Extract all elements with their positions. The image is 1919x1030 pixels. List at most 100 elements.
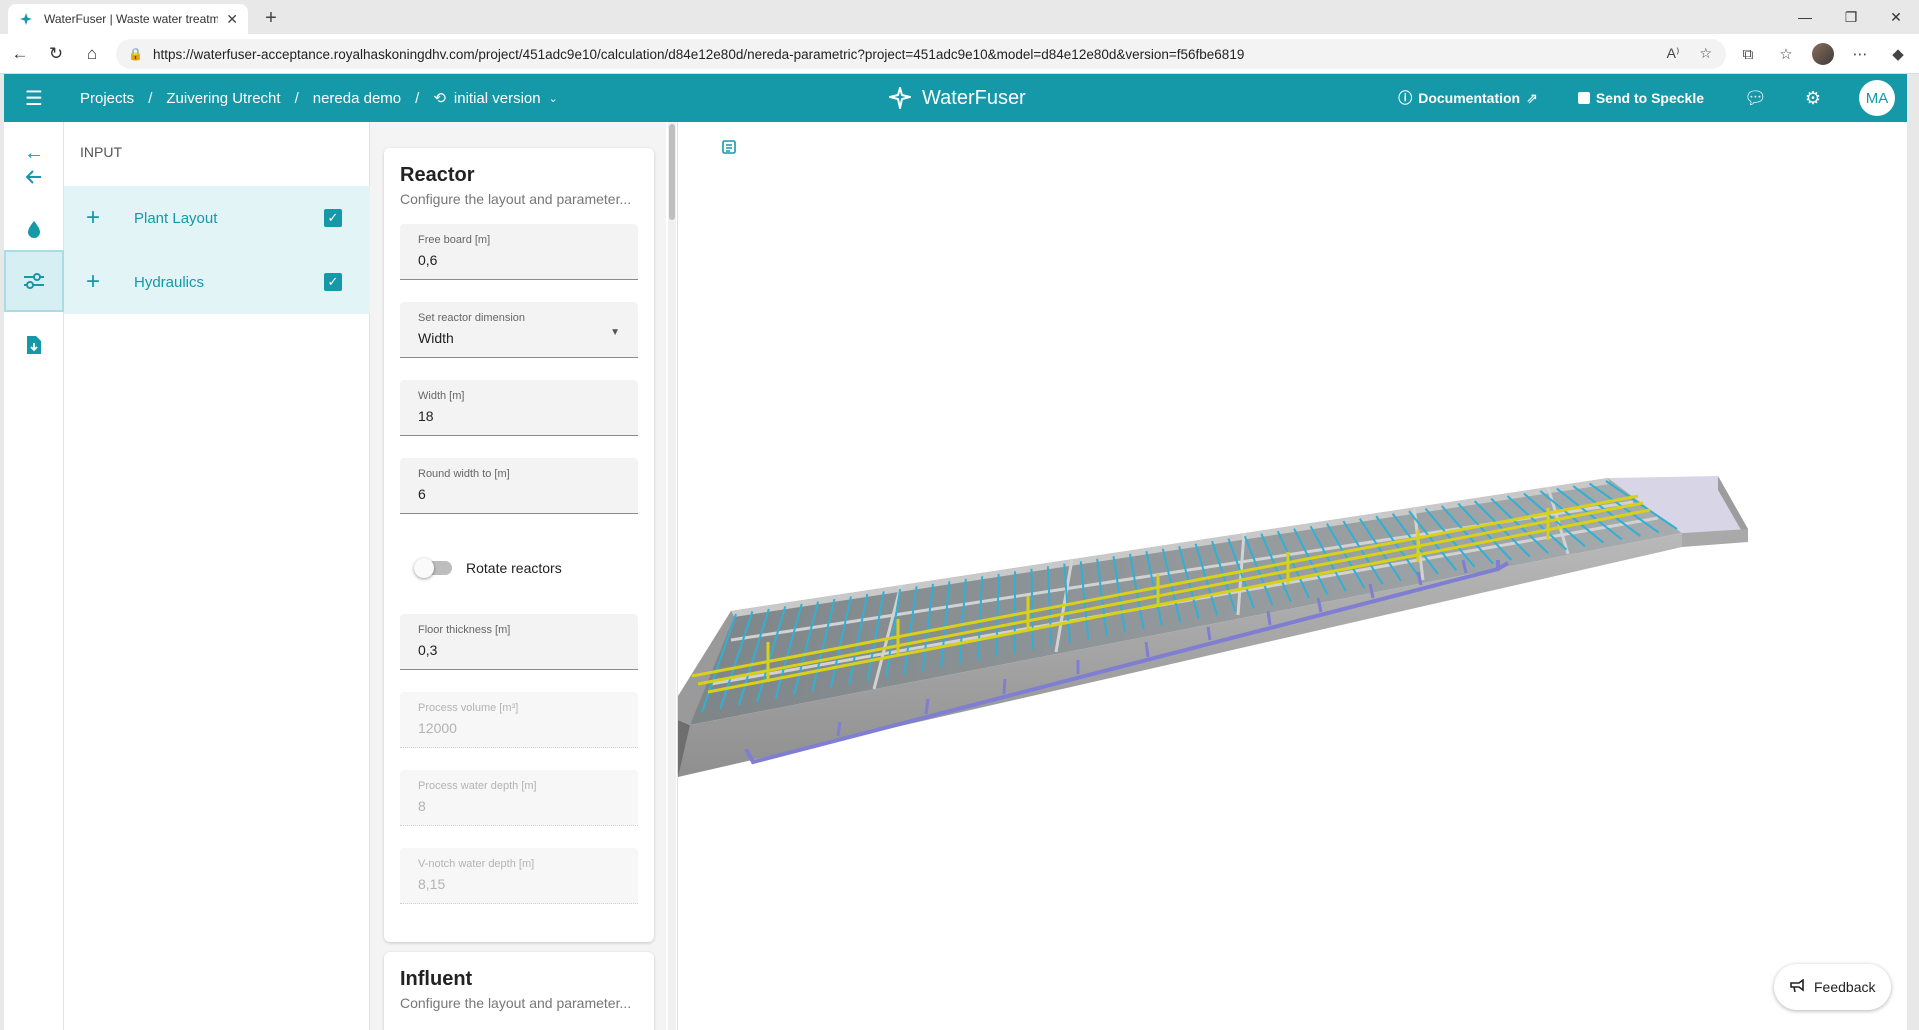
- chevron-down-icon: ⌄: [548, 92, 558, 105]
- reactor-title: Reactor: [400, 164, 475, 186]
- speckle-icon: [1577, 92, 1590, 104]
- lock-icon: 🔒: [128, 47, 143, 61]
- plus-icon[interactable]: +: [64, 268, 122, 296]
- external-link-icon: ⇗: [1526, 89, 1538, 106]
- favorites-icon[interactable]: ☆: [1773, 42, 1799, 66]
- new-tab-button[interactable]: +: [258, 6, 284, 32]
- close-tab-icon[interactable]: ✕: [226, 11, 238, 28]
- download-document-icon[interactable]: [4, 314, 64, 376]
- address-bar-row: ← ↻ ⌂ 🔒 https://waterfuser-acceptance.ro…: [0, 34, 1919, 74]
- minimize-icon[interactable]: —: [1782, 0, 1828, 34]
- version-label: initial version: [453, 89, 541, 107]
- home-icon[interactable]: ⌂: [80, 42, 104, 66]
- dropdown-caret-icon: ▼: [610, 327, 620, 338]
- version-selector[interactable]: ⟲ initial version ⌄: [433, 89, 558, 108]
- influent-card: Influent Configure the layout and parame…: [384, 952, 654, 1030]
- feedback-button[interactable]: Feedback: [1774, 964, 1892, 1010]
- parameter-form: Reactor Configure the layout and paramet…: [370, 122, 666, 1030]
- waterfuser-logo-icon: [889, 87, 911, 109]
- send-to-speckle-label: Send to Speckle: [1595, 90, 1704, 106]
- info-icon: ⓘ: [1398, 90, 1413, 106]
- round-width-field[interactable]: Round width to [m] 6: [400, 458, 638, 514]
- menu-icon[interactable]: ☰: [4, 86, 64, 111]
- favorite-star-icon[interactable]: ☆: [1699, 45, 1712, 62]
- browser-tab-bar: WaterFuser | Waste water treatme ✕ + — ❐…: [0, 0, 1919, 34]
- plus-icon[interactable]: +: [64, 204, 122, 232]
- free-board-field[interactable]: Free board [m] 0,6: [400, 224, 638, 280]
- reactor-card: Reactor Configure the layout and paramet…: [384, 148, 654, 942]
- copilot-icon[interactable]: ◆: [1885, 42, 1911, 66]
- form-scrollbar[interactable]: [668, 122, 676, 1030]
- comments-icon[interactable]: 💬︎: [1744, 88, 1767, 109]
- rotate-reactors-toggle[interactable]: Rotate reactors: [414, 558, 562, 578]
- field-label: V-notch water depth [m]: [418, 858, 535, 870]
- field-label: Free board [m]: [418, 234, 491, 246]
- influent-title: Influent: [400, 968, 473, 990]
- restore-icon[interactable]: ❐: [1828, 0, 1874, 34]
- toggle-switch[interactable]: [414, 558, 452, 578]
- field-label: Process volume [m³]: [418, 702, 519, 714]
- reactor-subtitle: Configure the layout and parameter...: [400, 191, 632, 207]
- url-text: https://waterfuser-acceptance.royalhasko…: [152, 46, 1245, 62]
- input-header: INPUT: [80, 144, 122, 160]
- browser-tab[interactable]: WaterFuser | Waste water treatme ✕: [8, 4, 248, 34]
- scrollbar-thumb[interactable]: [669, 124, 675, 220]
- breadcrumb-separator: /: [415, 89, 420, 107]
- profile-avatar[interactable]: [1812, 43, 1834, 65]
- send-to-speckle-button[interactable]: Send to Speckle: [1577, 90, 1704, 106]
- breadcrumb-projects[interactable]: Projects: [80, 90, 134, 107]
- read-aloud-icon[interactable]: A⁾: [1667, 45, 1680, 62]
- breadcrumb-model[interactable]: nereda demo: [313, 90, 401, 107]
- field-value: 6: [418, 486, 426, 502]
- field-label: Set reactor dimension: [418, 312, 525, 324]
- vnotch-water-depth-field: V-notch water depth [m] 8,15: [400, 848, 638, 904]
- reactor-dimension-select[interactable]: Set reactor dimension Width ▼: [400, 302, 638, 358]
- reactor-3d-model[interactable]: [678, 122, 1908, 1030]
- influent-subtitle: Configure the layout and parameter...: [400, 995, 632, 1011]
- field-value: 8,15: [418, 876, 446, 892]
- checkbox-checked[interactable]: ✓: [324, 273, 342, 291]
- field-value: 8: [418, 798, 426, 814]
- group-plant-layout[interactable]: + Plant Layout ✓: [64, 186, 370, 250]
- settings-gear-icon[interactable]: ⚙: [1805, 88, 1821, 109]
- sliders-icon[interactable]: [4, 250, 64, 312]
- app-header: ☰ Projects / Zuivering Utrecht / nereda …: [4, 74, 1907, 122]
- group-label: Hydraulics: [134, 273, 205, 291]
- history-icon: ⟲: [433, 90, 446, 107]
- waterfuser-favicon: [18, 11, 34, 27]
- close-window-icon[interactable]: ✕: [1873, 0, 1919, 34]
- group-hydraulics[interactable]: + Hydraulics ✓: [64, 250, 370, 314]
- floor-thickness-field[interactable]: Floor thickness [m] 0,3: [400, 614, 638, 670]
- breadcrumb-project[interactable]: Zuivering Utrecht: [166, 90, 280, 107]
- field-value: 18: [418, 408, 434, 424]
- extensions-icon[interactable]: ⧉: [1735, 42, 1761, 66]
- back-icon[interactable]: ←: [8, 42, 32, 66]
- more-icon[interactable]: ⋯: [1847, 42, 1873, 66]
- checkbox-checked[interactable]: ✓: [324, 209, 342, 227]
- field-label: Floor thickness [m]: [418, 624, 511, 636]
- documentation-button[interactable]: ⓘ Documentation ⇗: [1398, 88, 1538, 108]
- tab-title: WaterFuser | Waste water treatme: [44, 12, 219, 26]
- field-value: 12000: [418, 720, 457, 736]
- group-label: Plant Layout: [134, 209, 218, 227]
- feedback-icon: [1790, 977, 1806, 996]
- header-actions: ⓘ Documentation ⇗ Send to Speckle 💬︎ ⚙ M…: [1398, 74, 1907, 122]
- 3d-viewport[interactable]: Feedback: [677, 122, 1907, 1030]
- url-field[interactable]: 🔒 https://waterfuser-acceptance.royalhas…: [116, 39, 1726, 69]
- breadcrumb-separator: /: [294, 89, 299, 107]
- user-avatar[interactable]: MA: [1859, 80, 1895, 116]
- field-label: Process water depth [m]: [418, 780, 537, 792]
- field-value: Width: [418, 330, 454, 346]
- reload-icon[interactable]: ↻: [44, 42, 68, 66]
- field-value: 0,6: [418, 252, 438, 268]
- feedback-label: Feedback: [1814, 979, 1876, 995]
- breadcrumb: Projects / Zuivering Utrecht / nereda de…: [80, 89, 558, 108]
- input-panel: INPUT + Plant Layout ✓ + Hydraulics ✓: [64, 122, 370, 1030]
- process-volume-field: Process volume [m³] 12000: [400, 692, 638, 748]
- window-edge-right: [1907, 74, 1919, 1030]
- field-label: Round width to [m]: [418, 468, 510, 480]
- field-value: 0,3: [418, 642, 438, 658]
- field-label: Width [m]: [418, 390, 465, 402]
- width-field[interactable]: Width [m] 18: [400, 380, 638, 436]
- breadcrumb-separator: /: [148, 89, 153, 107]
